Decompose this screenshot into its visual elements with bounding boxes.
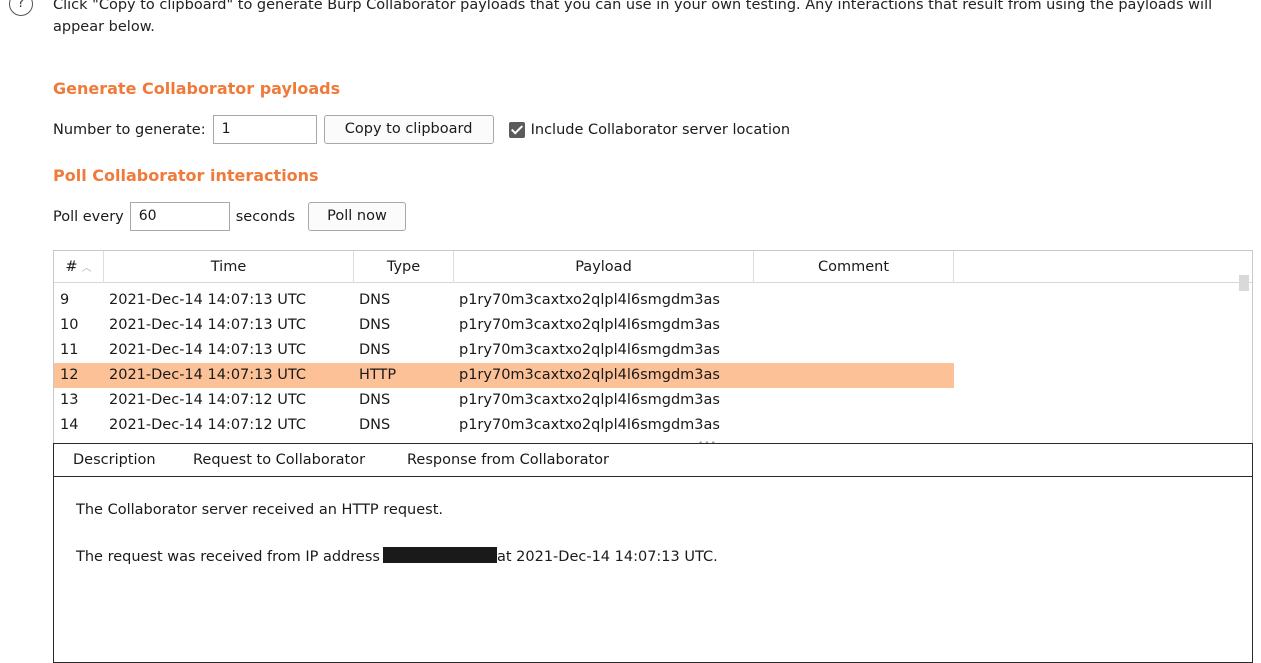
poll-interval-input[interactable]: 60	[129, 202, 230, 231]
cell-num: 12	[60, 367, 79, 383]
cell-type: DNS	[359, 292, 391, 308]
include-server-location-checkbox[interactable]	[508, 121, 525, 138]
column-header-comment[interactable]: Comment	[754, 251, 954, 283]
cell-payload: p1ry70m3caxtxo2qlpl4l6smgdm3as	[459, 367, 720, 383]
generate-row: Number to generate: 1 Copy to clipboard …	[53, 115, 790, 144]
generate-section-title: Generate Collaborator payloads	[53, 79, 341, 98]
table-row[interactable]: 10 2021-Dec-14 14:07:13 UTC DNS p1ry70m3cax…	[54, 313, 954, 338]
table-row[interactable]: 11 2021-Dec-14 14:07:13 UTC DNS p1ry70m3cax…	[54, 338, 954, 363]
include-server-location-label: Include Collaborator server location	[530, 121, 791, 138]
cell-num: 10	[60, 317, 79, 333]
cell-num: 14	[60, 417, 79, 433]
cell-time: 2021-Dec-14 14:07:13 UTC	[109, 367, 306, 383]
details-tabbar: Description Request to Collaborator Resp…	[54, 444, 1252, 478]
help-icon[interactable]: ?	[9, 0, 33, 16]
cell-time: 2021-Dec-14 14:07:12 UTC	[109, 392, 306, 408]
cell-num: 9	[60, 292, 70, 308]
seconds-label: seconds	[235, 208, 296, 225]
column-header-time[interactable]: Time	[104, 251, 354, 283]
poll-section-title: Poll Collaborator interactions	[53, 166, 319, 185]
ip-suffix-text: at 2021-Dec-14 14:07:13 UTC.	[496, 549, 718, 565]
column-header-number[interactable]: # ︿	[54, 251, 104, 283]
interactions-table: # ︿ Time Type Payload Comment 9 2021-Dec-1…	[53, 250, 1253, 444]
redacted-ip-address	[382, 547, 497, 563]
column-header-type[interactable]: Type	[354, 251, 454, 283]
ip-prefix-text: The request was received from IP address	[76, 549, 380, 565]
cell-type: DNS	[359, 392, 391, 408]
cell-time: 2021-Dec-14 14:07:13 UTC	[109, 342, 306, 358]
cell-type: DNS	[359, 417, 391, 433]
poll-row: Poll every 60 seconds Poll now	[53, 202, 407, 231]
number-to-generate-input[interactable]: 1	[212, 115, 317, 144]
intro-text: Click "Copy to clipboard" to generate Bu…	[53, 0, 1213, 35]
column-header-payload[interactable]: Payload	[454, 251, 754, 283]
cell-type: HTTP	[359, 367, 397, 383]
cell-time: 2021-Dec-14 14:07:13 UTC	[109, 317, 306, 333]
table-row[interactable]: 13 2021-Dec-14 14:07:12 UTC DNS p1ry70m3cax…	[54, 388, 954, 413]
tab-response-from-collaborator[interactable]: Response from Collaborator	[407, 444, 609, 477]
poll-every-label: Poll every	[53, 208, 124, 225]
description-line-1: The Collaborator server received an HTTP…	[76, 502, 444, 518]
table-row[interactable]: 9 2021-Dec-14 14:07:13 UTC DNS p1ry70m3caxt…	[54, 288, 954, 313]
table-row[interactable]: 14 2021-Dec-14 14:07:12 UTC DNS p1ry70m3cax…	[54, 413, 954, 438]
cell-payload: p1ry70m3caxtxo2qlpl4l6smgdm3as	[459, 317, 720, 333]
details-panel: Description Request to Collaborator Resp…	[53, 443, 1253, 663]
table-row[interactable]: 12 2021-Dec-14 14:07:13 UTC HTTP p1ry70m3ca…	[54, 363, 954, 388]
table-scrollbar[interactable]	[1239, 275, 1249, 291]
description-line-2: The request was received from IP address…	[76, 547, 718, 565]
cell-num: 11	[60, 342, 79, 358]
poll-now-button[interactable]: Poll now	[308, 202, 407, 231]
sort-ascending-icon: ︿	[81, 263, 92, 274]
cell-type: DNS	[359, 342, 391, 358]
cell-payload: p1ry70m3caxtxo2qlpl4l6smgdm3as	[459, 292, 720, 308]
number-to-generate-label: Number to generate:	[53, 121, 206, 138]
table-header: # ︿ Time Type Payload Comment	[54, 251, 1252, 283]
tab-description[interactable]: Description	[73, 444, 156, 478]
copy-to-clipboard-button[interactable]: Copy to clipboard	[323, 115, 494, 144]
cell-payload: p1ry70m3caxtxo2qlpl4l6smgdm3as	[459, 342, 720, 358]
cell-payload: p1ry70m3caxtxo2qlpl4l6smgdm3as	[459, 392, 720, 408]
tab-request-to-collaborator[interactable]: Request to Collaborator	[193, 444, 365, 477]
cell-type: DNS	[359, 317, 391, 333]
cell-time: 2021-Dec-14 14:07:12 UTC	[109, 417, 306, 433]
cell-num: 13	[60, 392, 79, 408]
cell-time: 2021-Dec-14 14:07:13 UTC	[109, 292, 306, 308]
cell-payload: p1ry70m3caxtxo2qlpl4l6smgdm3as	[459, 417, 720, 433]
